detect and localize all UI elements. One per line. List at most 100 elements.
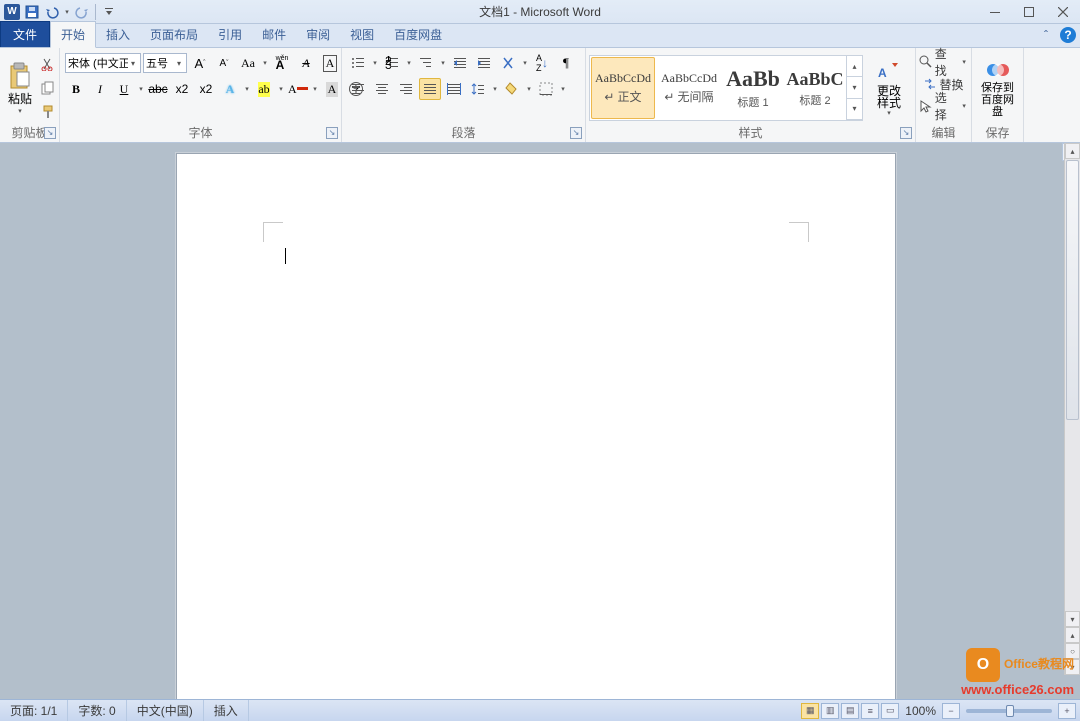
phonetic-guide-button[interactable]: wěnA (271, 52, 293, 74)
tab-view[interactable]: 视图 (340, 22, 384, 47)
qat-undo-button[interactable] (43, 3, 61, 21)
character-border-button[interactable]: A (319, 52, 341, 74)
borders-button[interactable] (535, 78, 557, 100)
font-dialog-launcher[interactable]: ↘ (326, 127, 338, 139)
qat-customize-button[interactable] (100, 3, 118, 21)
scroll-down-button[interactable]: ▾ (1065, 611, 1080, 627)
font-size-combo[interactable]: 五号▾ (143, 53, 187, 73)
status-language[interactable]: 中文(中国) (127, 700, 204, 721)
underline-button[interactable]: U (113, 78, 135, 100)
style-heading2[interactable]: AaBbC标题 2 (785, 57, 845, 119)
tab-mailings[interactable]: 邮件 (252, 22, 296, 47)
prev-page-button[interactable]: ▴ (1065, 627, 1080, 643)
align-justify-button[interactable] (419, 78, 441, 100)
shading-button[interactable] (501, 78, 523, 100)
superscript-button[interactable]: x2 (195, 78, 217, 100)
cut-button[interactable] (37, 53, 59, 75)
line-spacing-button[interactable] (467, 78, 489, 100)
character-shading-button[interactable]: A (321, 78, 343, 100)
shrink-font-button[interactable]: Aˇ (213, 52, 235, 74)
qat-undo-drop[interactable]: ▾ (63, 8, 71, 16)
numbering-button[interactable]: 123 (381, 52, 403, 74)
style-no-spacing[interactable]: AaBbCcDd↵ 无间隔 (657, 57, 721, 119)
zoom-in-button[interactable]: + (1058, 703, 1076, 719)
font-family-combo[interactable]: 宋体 (中文正▾ (65, 53, 141, 73)
align-left-button[interactable] (347, 78, 369, 100)
zoom-slider-thumb[interactable] (1006, 705, 1014, 717)
tab-review[interactable]: 审阅 (296, 22, 340, 47)
browse-object-button[interactable]: ○ (1065, 643, 1080, 659)
tab-references[interactable]: 引用 (208, 22, 252, 47)
status-insert-mode[interactable]: 插入 (204, 700, 249, 721)
clear-formatting-button[interactable]: A (295, 52, 317, 74)
zoom-level[interactable]: 100% (905, 704, 936, 718)
multilevel-list-button[interactable] (415, 52, 437, 74)
text-cursor (285, 248, 286, 264)
zoom-slider[interactable] (966, 709, 1052, 713)
bold-button[interactable]: B (65, 78, 87, 100)
paste-button[interactable]: 粘贴 ▾ (3, 55, 37, 121)
decrease-indent-button[interactable] (449, 52, 471, 74)
styles-gallery-scroll[interactable]: ▴▾▾ (846, 56, 862, 120)
style-normal[interactable]: AaBbCcDd↵ 正文 (591, 57, 655, 119)
increase-indent-button[interactable] (473, 52, 495, 74)
view-draft[interactable]: ▭ (881, 703, 899, 719)
quick-access-toolbar: W ▾ (0, 3, 118, 21)
change-styles-button[interactable]: A 更改样式 ▾ (867, 55, 911, 121)
clipboard-dialog-launcher[interactable]: ↘ (44, 127, 56, 139)
document-page[interactable] (176, 153, 896, 699)
tab-file[interactable]: 文件 (0, 21, 50, 47)
close-button[interactable] (1046, 0, 1080, 24)
qat-save-button[interactable] (23, 3, 41, 21)
document-area: ⤢ ▴ ▾ ▴ ○ ▾ (0, 143, 1080, 699)
tab-insert[interactable]: 插入 (96, 22, 140, 47)
view-print-layout[interactable]: ▦ (801, 703, 819, 719)
ribbon-minimize-icon[interactable]: ˆ (1038, 27, 1054, 43)
help-icon[interactable]: ? (1060, 27, 1076, 43)
change-case-button[interactable]: Aa (237, 52, 259, 74)
text-effects-button[interactable]: A (219, 78, 241, 100)
show-hide-button[interactable]: ¶ (555, 52, 577, 74)
font-group-label: 字体 (188, 126, 212, 140)
sort-button[interactable]: AZ↓ (531, 52, 553, 74)
select-button[interactable]: 选择▾ (919, 96, 968, 116)
scroll-up-button[interactable]: ▴ (1065, 143, 1080, 159)
font-color-button[interactable]: A (287, 78, 309, 100)
align-right-button[interactable] (395, 78, 417, 100)
align-distributed-button[interactable] (443, 78, 465, 100)
italic-button[interactable]: I (89, 78, 111, 100)
tab-baidu[interactable]: 百度网盘 (384, 22, 452, 47)
view-web-layout[interactable]: ▤ (841, 703, 859, 719)
asian-layout-button[interactable] (497, 52, 519, 74)
bullets-button[interactable] (347, 52, 369, 74)
copy-button[interactable] (37, 77, 59, 99)
grow-font-button[interactable]: Aˆ (189, 52, 211, 74)
status-page[interactable]: 页面: 1/1 (0, 700, 68, 721)
tab-home[interactable]: 开始 (50, 21, 96, 48)
view-full-screen[interactable]: ▥ (821, 703, 839, 719)
minimize-button[interactable] (978, 0, 1012, 24)
save-to-baidu-label: 保存到百度网盘 (980, 82, 1015, 118)
zoom-out-button[interactable]: − (942, 703, 960, 719)
vertical-scrollbar[interactable]: ▴ ▾ ▴ ○ ▾ (1064, 143, 1080, 675)
word-app-icon[interactable]: W (3, 3, 21, 21)
save-to-baidu-button[interactable]: 保存到百度网盘 (975, 55, 1020, 121)
tab-page-layout[interactable]: 页面布局 (140, 22, 208, 47)
style-heading1[interactable]: AaBb标题 1 (723, 57, 783, 119)
maximize-button[interactable] (1012, 0, 1046, 24)
qat-redo-button[interactable] (73, 3, 91, 21)
styles-gallery: AaBbCcDd↵ 正文 AaBbCcDd↵ 无间隔 AaBb标题 1 AaBb… (589, 55, 863, 121)
format-painter-button[interactable] (37, 101, 59, 123)
status-word-count[interactable]: 字数: 0 (68, 700, 126, 721)
styles-dialog-launcher[interactable]: ↘ (900, 127, 912, 139)
find-button[interactable]: 查找▾ (919, 52, 968, 72)
subscript-button[interactable]: x2 (171, 78, 193, 100)
scroll-thumb[interactable] (1066, 160, 1079, 420)
svg-text:A: A (878, 66, 887, 80)
align-center-button[interactable] (371, 78, 393, 100)
view-outline[interactable]: ≡ (861, 703, 879, 719)
paragraph-dialog-launcher[interactable]: ↘ (570, 127, 582, 139)
highlight-button[interactable]: ab (253, 78, 275, 100)
strikethrough-button[interactable]: abc (147, 78, 169, 100)
next-page-button[interactable]: ▾ (1065, 659, 1080, 675)
